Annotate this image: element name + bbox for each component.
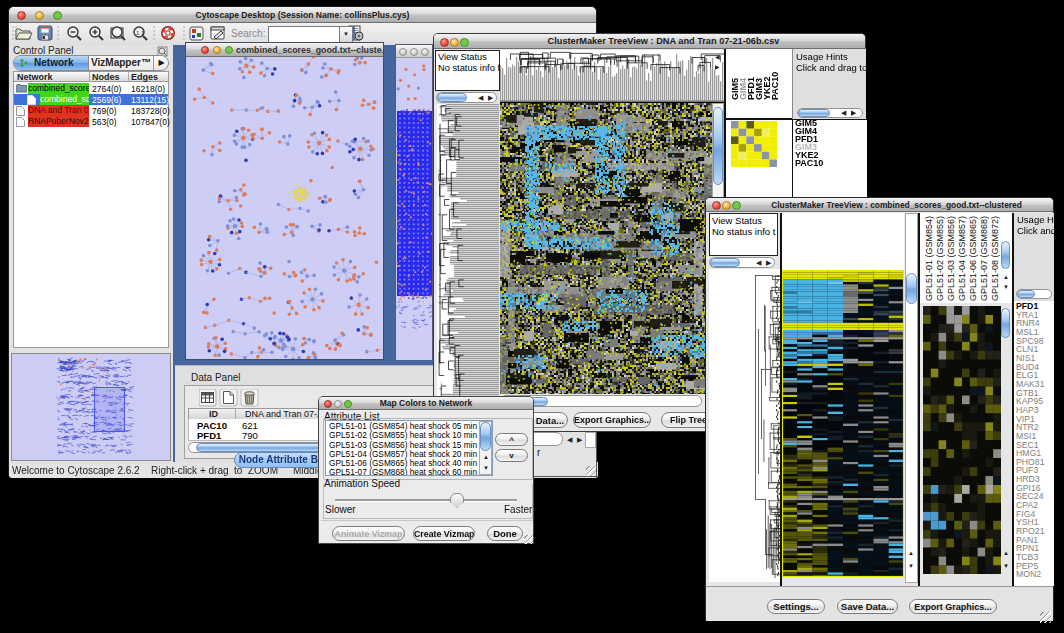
svg-text:1:1: 1:1 [136, 30, 145, 36]
